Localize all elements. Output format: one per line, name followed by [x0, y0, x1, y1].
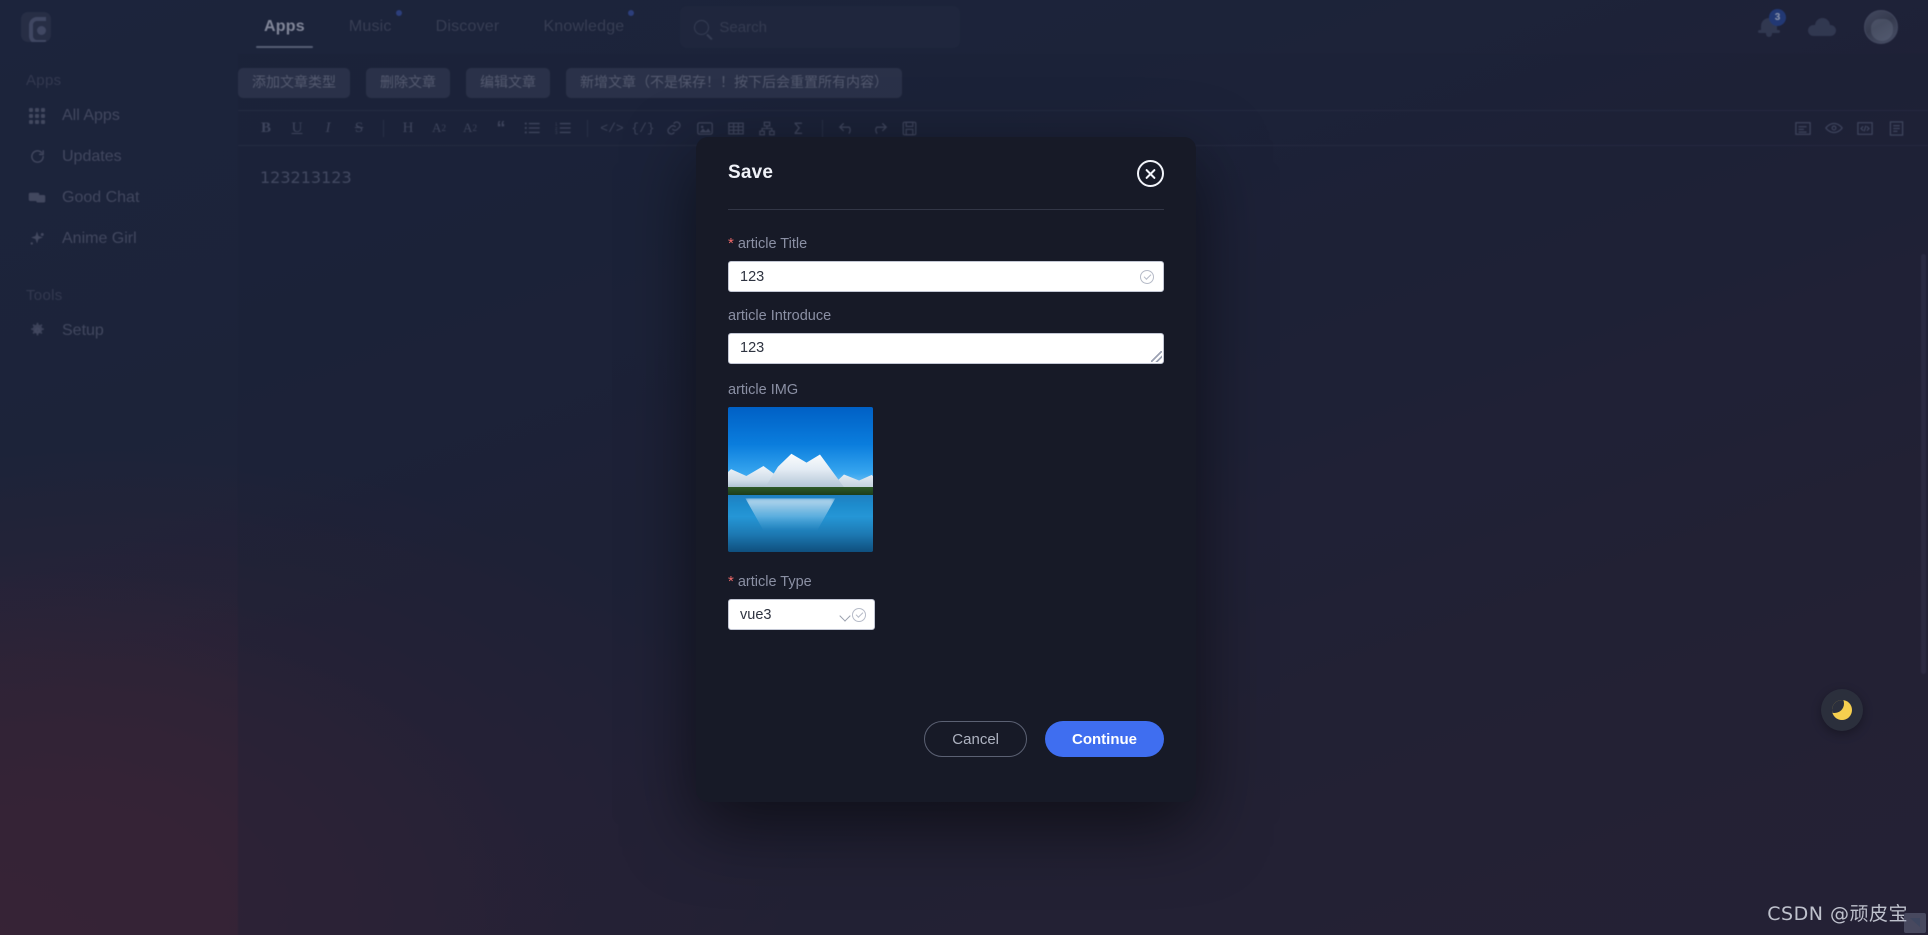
required-marker: *	[728, 573, 734, 590]
desktop-screen: Apps Music Discover Knowledge Search 3 A…	[0, 0, 1928, 935]
field-article-type: * article Type vue3	[728, 574, 1164, 630]
modal-header: Save	[696, 137, 1196, 209]
article-introduce-textarea[interactable]	[729, 334, 1163, 363]
continue-button[interactable]: Continue	[1045, 721, 1164, 757]
textarea-resize-handle[interactable]	[1151, 351, 1162, 362]
chevron-down-icon	[839, 610, 851, 622]
check-circle-icon	[852, 607, 866, 622]
field-article-img: article IMG	[728, 382, 1164, 552]
close-icon[interactable]	[1137, 160, 1164, 187]
article-introduce-textarea-wrap[interactable]	[728, 333, 1164, 364]
thumb-treeline	[728, 487, 873, 496]
article-img-thumbnail[interactable]	[728, 407, 873, 552]
article-introduce-label-row: article Introduce	[728, 308, 1164, 324]
moon-icon	[1832, 700, 1852, 720]
article-type-label: article Type	[737, 574, 812, 590]
check-circle-icon	[1140, 269, 1154, 284]
cancel-button[interactable]: Cancel	[924, 721, 1027, 757]
article-title-input[interactable]	[740, 268, 1133, 285]
article-title-label-row: * article Title	[728, 236, 1164, 252]
article-type-label-row: * article Type	[728, 574, 1164, 590]
article-title-label: article Title	[737, 236, 808, 252]
article-type-select[interactable]: vue3	[728, 599, 875, 630]
article-title-input-wrap[interactable]	[728, 261, 1164, 292]
article-type-value: vue3	[740, 606, 772, 623]
required-marker: *	[728, 235, 734, 252]
theme-toggle-button[interactable]	[1821, 689, 1863, 731]
corner-badge-icon	[1904, 913, 1926, 933]
modal-body: * article Title article Introduce	[696, 210, 1196, 630]
article-img-label-row: article IMG	[728, 382, 1164, 398]
field-article-title: * article Title	[728, 236, 1164, 292]
article-img-label: article IMG	[728, 382, 799, 398]
modal-title: Save	[728, 162, 774, 183]
field-article-introduce: article Introduce	[728, 308, 1164, 364]
save-modal: Save * article Title article Introduce	[696, 137, 1196, 802]
article-introduce-label: article Introduce	[728, 308, 832, 324]
modal-footer: Cancel Continue	[696, 706, 1196, 802]
